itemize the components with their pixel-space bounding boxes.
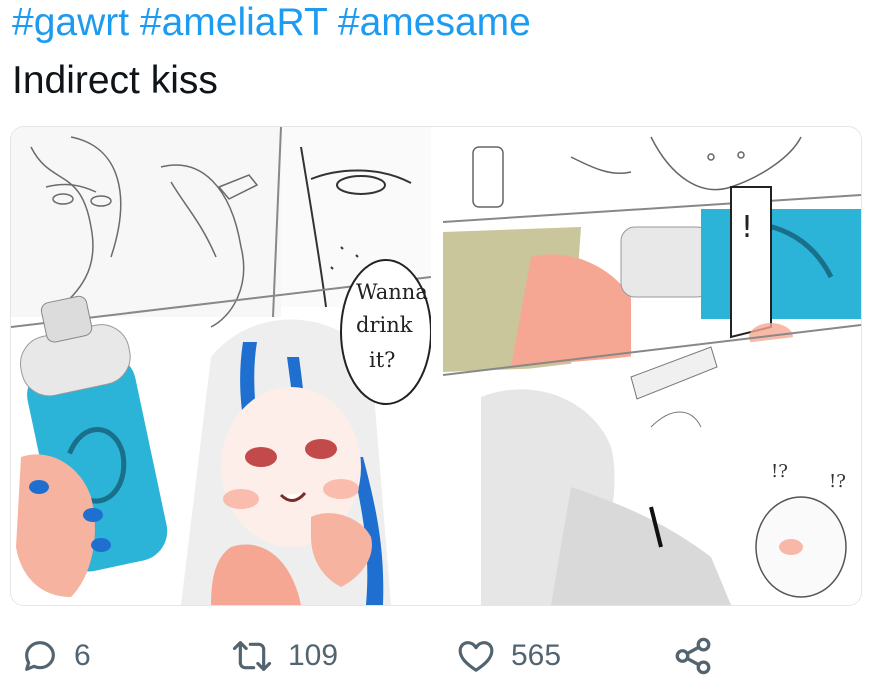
- reply-button[interactable]: 6: [20, 628, 91, 684]
- speech-bubble-line-2: drink: [356, 313, 413, 337]
- left-comic-page: Wanna drink it?: [11, 127, 432, 605]
- hashtag-gawrt[interactable]: #gawrt: [12, 1, 129, 44]
- comic-image: Wanna drink it? ! !? !?: [11, 127, 861, 605]
- reply-icon: [20, 636, 60, 676]
- speech-bubble-line-3: it?: [369, 348, 395, 372]
- exclaim-label-1: !?: [771, 461, 788, 482]
- tweet-text: Indirect kiss: [12, 59, 218, 102]
- hashtag-ameliart[interactable]: #ameliaRT: [140, 1, 327, 44]
- like-count: 565: [511, 639, 562, 672]
- retweet-count: 109: [288, 639, 339, 672]
- hashtag-line: #gawrt #ameliaRT #amesame: [12, 0, 531, 46]
- exclaim-label-2: !?: [829, 471, 846, 492]
- heart-icon: [455, 636, 497, 676]
- hashtag-amesame[interactable]: #amesame: [338, 1, 531, 44]
- right-comic-page: ! !? !?: [442, 127, 861, 605]
- retweet-icon: [230, 636, 274, 676]
- retweet-button[interactable]: 109: [230, 628, 338, 684]
- reply-count: 6: [74, 639, 91, 672]
- tweet-actions: 6 109 565: [0, 628, 874, 684]
- svg-text:!: !: [741, 210, 753, 245]
- share-icon: [672, 635, 714, 677]
- tweet-media[interactable]: Wanna drink it? ! !? !?: [10, 126, 862, 606]
- like-button[interactable]: 565: [455, 628, 561, 684]
- share-button[interactable]: [672, 628, 714, 684]
- speech-bubble-line-1: Wanna: [356, 280, 428, 304]
